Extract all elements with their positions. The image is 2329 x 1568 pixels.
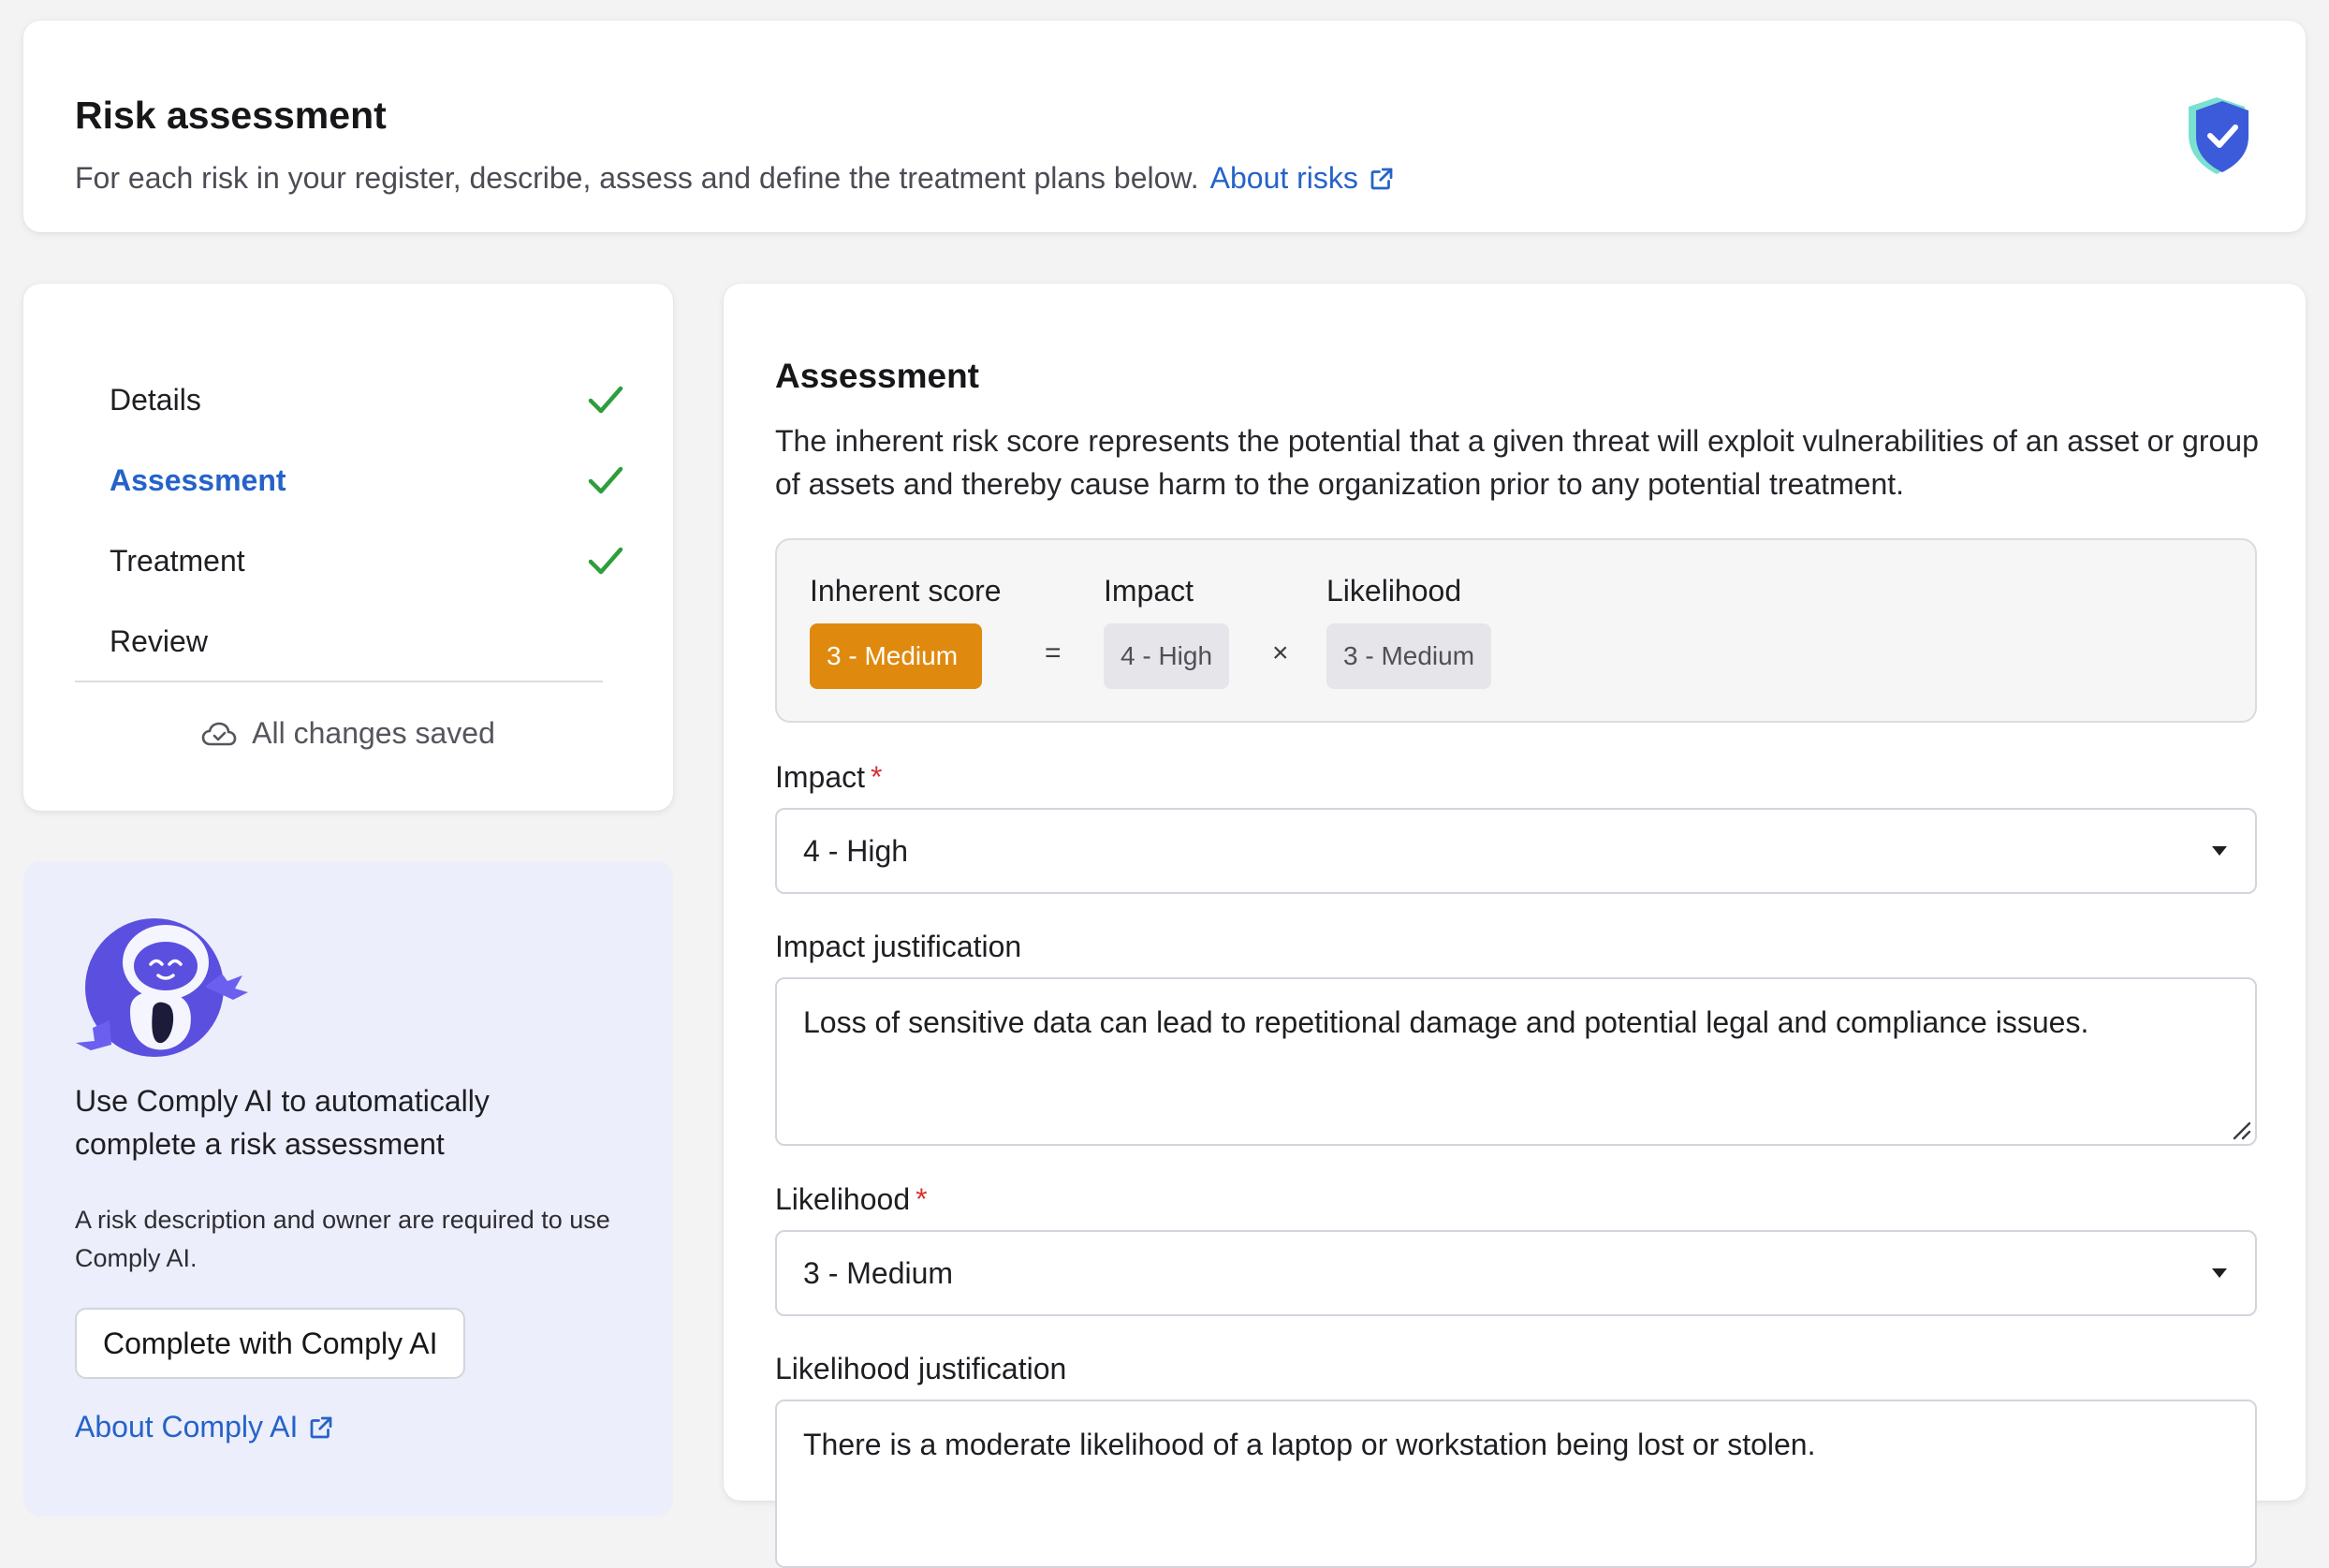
- likelihood-label-text: Likelihood: [775, 1182, 911, 1216]
- required-mark: *: [915, 1182, 928, 1216]
- cloud-check-icon: [201, 722, 237, 745]
- check-icon: [588, 466, 623, 494]
- impact-justification-textarea[interactable]: Loss of sensitive data can lead to repet…: [775, 977, 2257, 1146]
- likelihood-select-value: 3 - Medium: [803, 1255, 954, 1290]
- external-link-icon: [310, 1416, 332, 1438]
- save-status-text: All changes saved: [252, 716, 495, 750]
- step-review[interactable]: Review: [110, 613, 626, 669]
- impact-score: Impact 4 - High: [1104, 574, 1230, 689]
- step-label: Assessment: [110, 462, 286, 497]
- robot-icon: [76, 918, 248, 1057]
- check-icon: [588, 386, 623, 414]
- times-sign: ×: [1272, 637, 1289, 668]
- equals-sign: =: [1045, 637, 1062, 668]
- complete-with-comply-ai-button[interactable]: Complete with Comply AI: [75, 1308, 466, 1379]
- divider: [75, 681, 603, 682]
- impact-field-label: Impact *: [775, 760, 882, 795]
- likelihood-field-label: Likelihood *: [775, 1182, 928, 1217]
- about-comply-ai-link[interactable]: About Comply AI: [75, 1410, 335, 1444]
- impact-score-label: Impact: [1104, 574, 1194, 608]
- step-label: Treatment: [110, 543, 245, 578]
- comply-ai-panel: Use Comply AI to automatically complete …: [23, 861, 673, 1517]
- caret-down-icon: [2212, 846, 2227, 856]
- step-treatment[interactable]: Treatment: [110, 533, 626, 589]
- likelihood-score-label: Likelihood: [1326, 574, 1462, 608]
- inherent-score-chip: 3 - Medium: [810, 623, 982, 689]
- likelihood-justification-textarea[interactable]: There is a moderate likelihood of a lapt…: [775, 1399, 2257, 1568]
- page-header: Risk assessment For each risk in your re…: [23, 21, 2306, 232]
- save-status: All changes saved: [23, 716, 673, 751]
- check-icon: [588, 547, 623, 575]
- shield-check-icon: [2189, 97, 2248, 174]
- inherent-score: Inherent score 3 - Medium: [810, 574, 1002, 689]
- section-description: The inherent risk score represents the p…: [775, 424, 2259, 501]
- required-mark: *: [871, 760, 883, 794]
- comply-ai-title: Use Comply AI to automatically complete …: [75, 1084, 490, 1161]
- impact-select[interactable]: 4 - High: [775, 808, 2257, 894]
- section-title: Assessment: [775, 357, 980, 395]
- step-label: Review: [110, 623, 208, 658]
- impact-justification-label: Impact justification: [775, 930, 1022, 963]
- resize-handle-icon[interactable]: [2227, 1116, 2251, 1140]
- step-label: Details: [110, 382, 201, 417]
- assessment-panel: Assessment The inherent risk score repre…: [724, 284, 2306, 1568]
- likelihood-select[interactable]: 3 - Medium: [775, 1230, 2257, 1316]
- step-details[interactable]: Details: [110, 372, 626, 428]
- likelihood-justification-value: There is a moderate likelihood of a lapt…: [803, 1428, 1816, 1461]
- likelihood-score-chip: 3 - Medium: [1326, 623, 1492, 689]
- impact-score-chip: 4 - High: [1104, 623, 1230, 689]
- impact-select-value: 4 - High: [803, 833, 909, 868]
- inherent-score-label: Inherent score: [810, 574, 1002, 608]
- caret-down-icon: [2212, 1268, 2227, 1278]
- external-link-icon: [1370, 168, 1393, 189]
- about-comply-ai-label: About Comply AI: [75, 1410, 299, 1443]
- about-risks-label: About risks: [1209, 161, 1358, 195]
- impact-justification-value: Loss of sensitive data can lead to repet…: [803, 1005, 2089, 1039]
- impact-label-text: Impact: [775, 760, 866, 794]
- about-risks-link[interactable]: About risks: [1210, 161, 1396, 196]
- page-subtitle-text: For each risk in your register, describe…: [75, 161, 1199, 195]
- likelihood-score: Likelihood 3 - Medium: [1326, 574, 1492, 689]
- page-title: Risk assessment: [75, 94, 387, 137]
- score-summary: Inherent score 3 - Medium = Impact 4 - H…: [775, 538, 2257, 723]
- comply-ai-note: A risk description and owner are require…: [75, 1206, 610, 1272]
- steps-nav: Details Assessment Treatment Review All …: [23, 284, 673, 811]
- step-assessment[interactable]: Assessment: [110, 452, 626, 508]
- page-subtitle: For each risk in your register, describe…: [75, 161, 1396, 196]
- likelihood-justification-label: Likelihood justification: [775, 1352, 1067, 1385]
